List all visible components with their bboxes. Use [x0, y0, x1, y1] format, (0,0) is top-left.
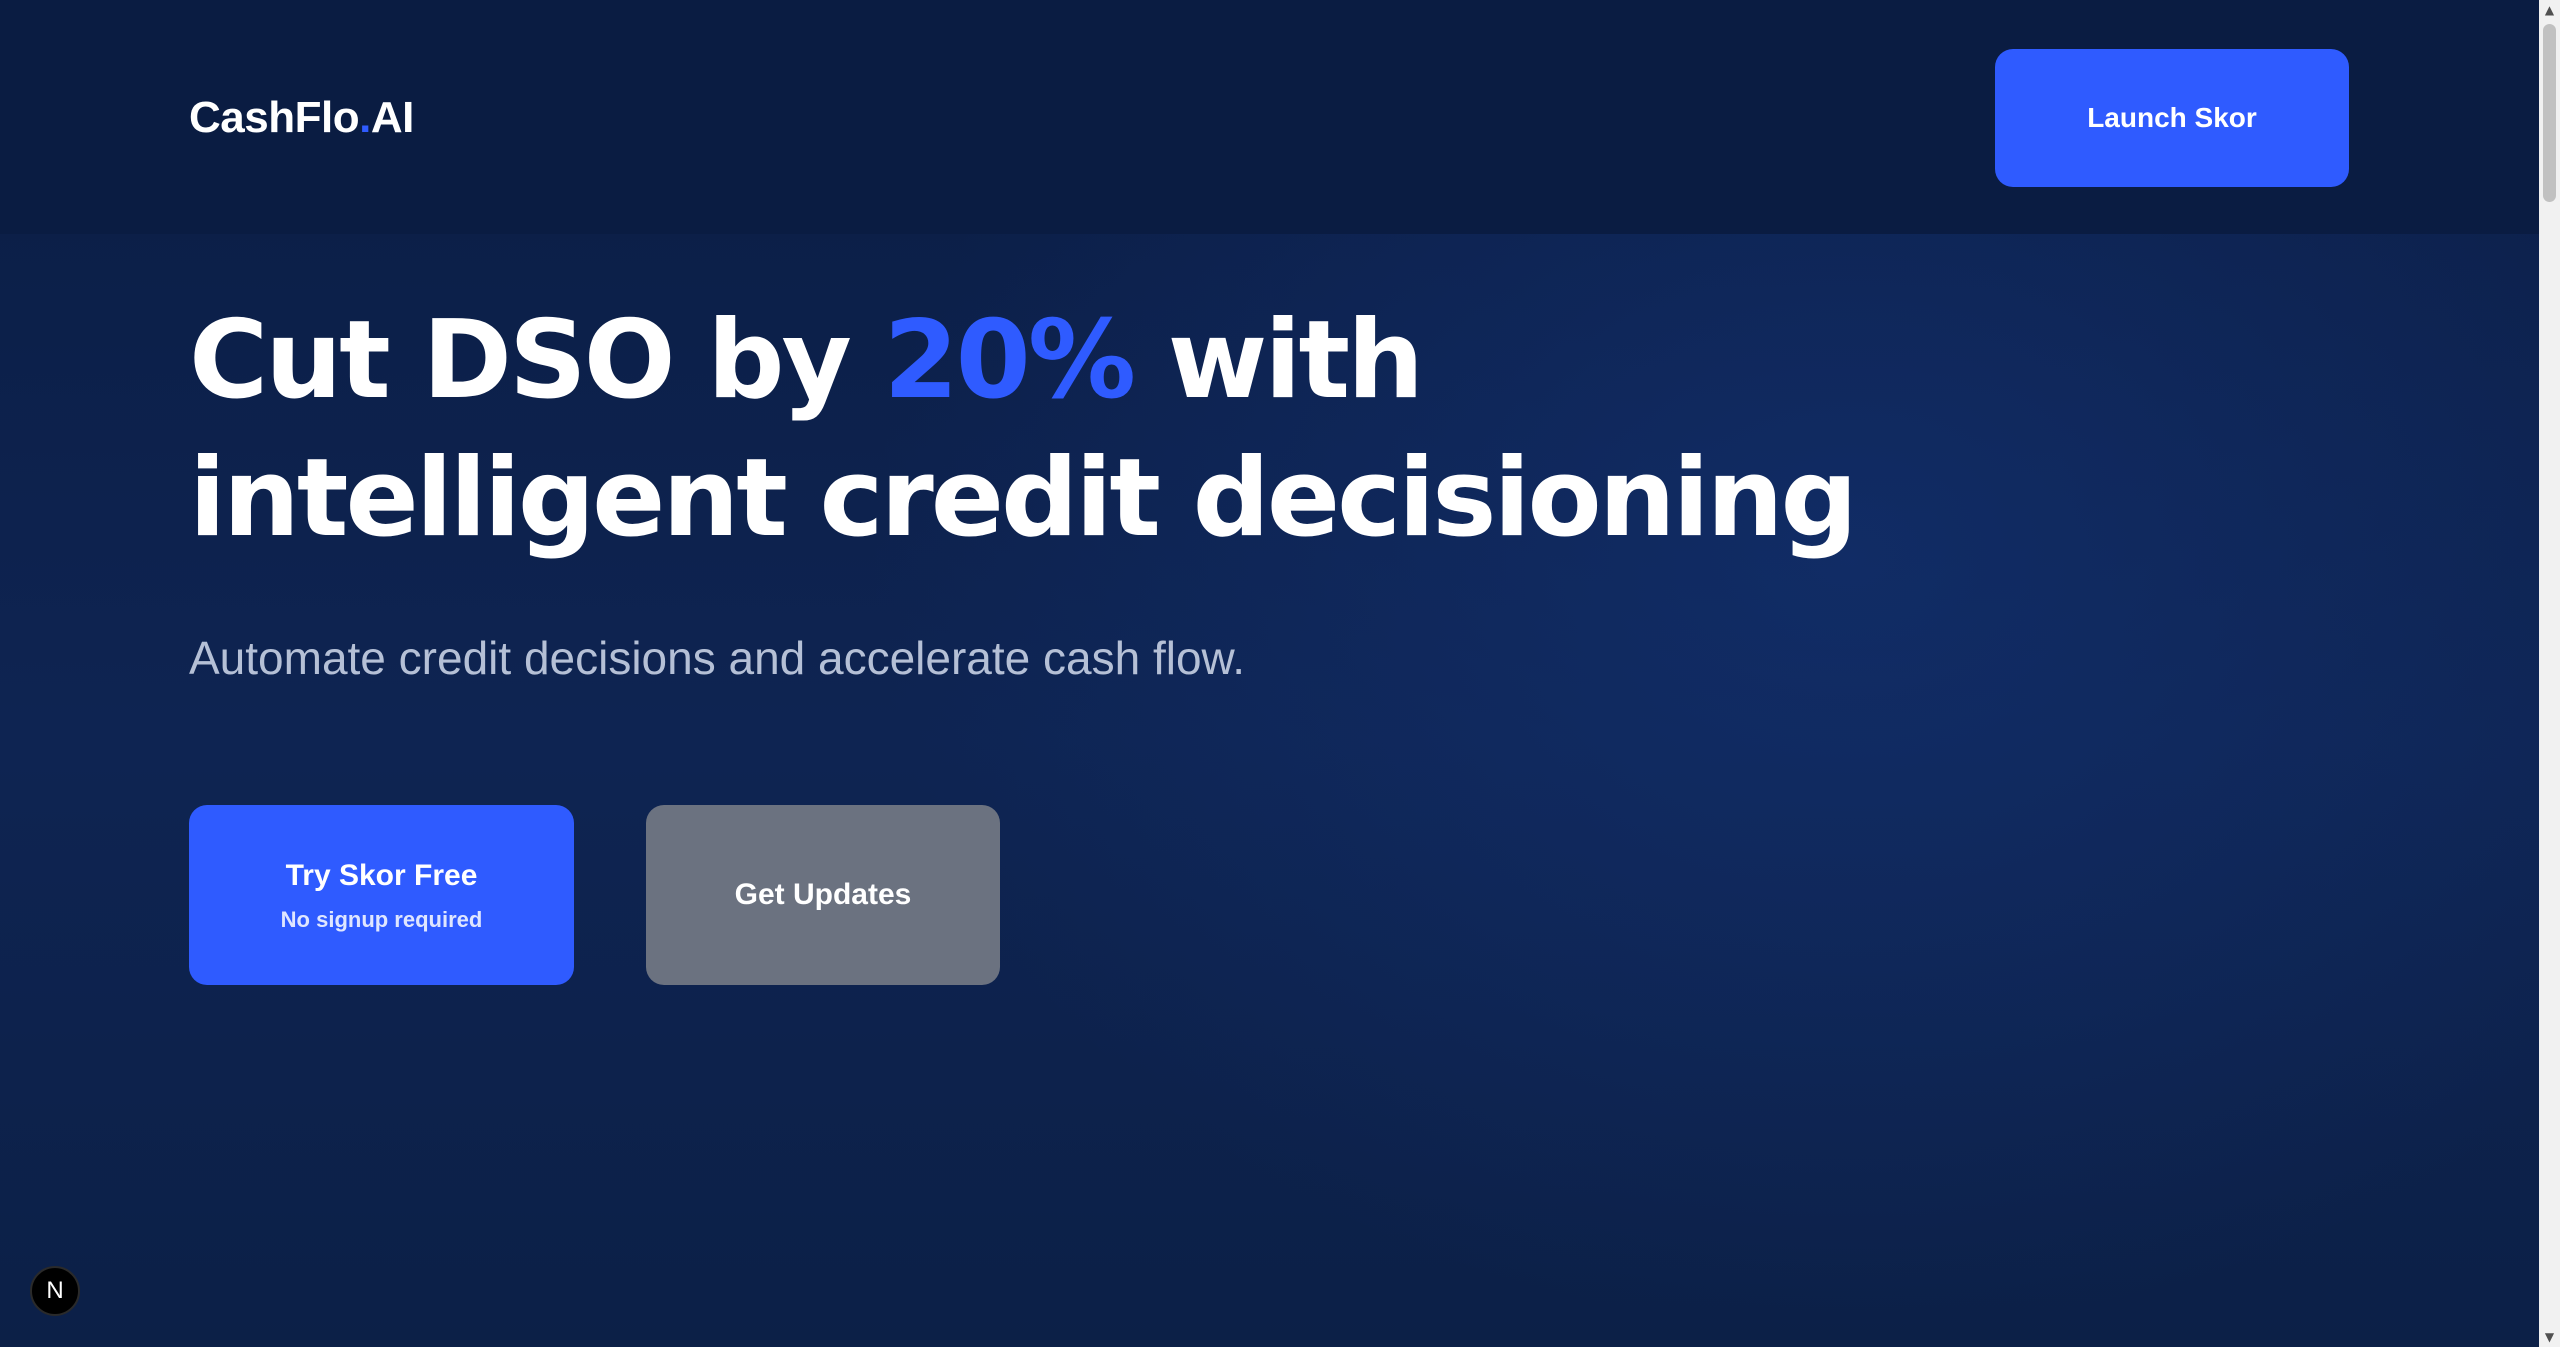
hero-headline: Cut DSO by 20% with intelligent credit d… [189, 292, 1989, 568]
try-skor-free-label: Try Skor Free [285, 859, 478, 892]
hero-subheadline: Automate credit decisions and accelerate… [189, 632, 1246, 684]
headline-accent: 20% [883, 298, 1137, 423]
vertical-scrollbar[interactable]: ▲ ▼ [2539, 0, 2560, 1347]
site-header: CashFlo.AI Launch Skor [0, 0, 2539, 234]
get-updates-button[interactable]: Get Updates [646, 805, 1000, 985]
logo-dot: . [359, 93, 371, 142]
logo-suffix: AI [370, 93, 415, 142]
scroll-up-icon[interactable]: ▲ [2539, 0, 2560, 20]
launch-skor-button[interactable]: Launch Skor [1995, 49, 2349, 187]
scrollbar-thumb[interactable] [2543, 24, 2556, 202]
headline-part1: Cut DSO by [189, 298, 884, 423]
scroll-down-icon[interactable]: ▼ [2539, 1327, 2560, 1347]
page: CashFlo.AI Launch Skor Cut DSO by 20% wi… [0, 0, 2539, 1347]
dev-tools-badge-icon[interactable]: N [30, 1266, 80, 1316]
logo[interactable]: CashFlo.AI [189, 90, 414, 146]
no-signup-label: No signup required [280, 907, 483, 932]
logo-main: CashFlo [189, 93, 360, 142]
try-skor-free-button[interactable]: Try Skor Free No signup required [189, 805, 574, 985]
